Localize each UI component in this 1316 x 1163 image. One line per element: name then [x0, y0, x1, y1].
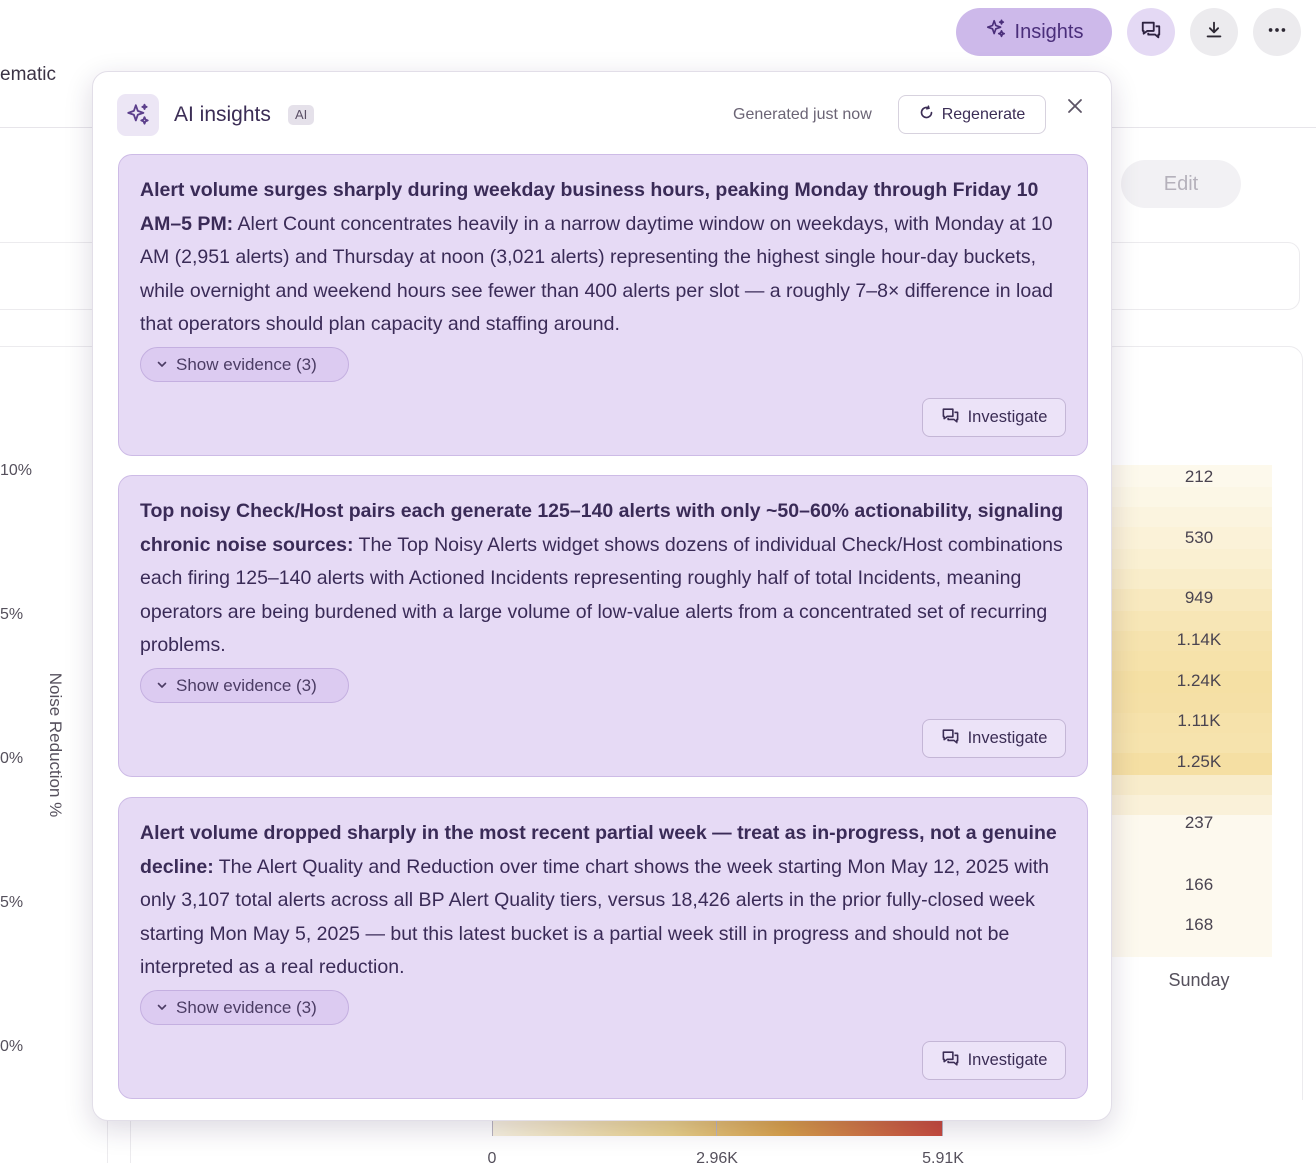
- y-tick: 10%: [0, 462, 33, 479]
- insight-card: Alert volume dropped sharply in the most…: [118, 797, 1088, 1099]
- investigate-label: Investigate: [967, 1051, 1048, 1069]
- investigate-button[interactable]: Investigate: [922, 719, 1066, 758]
- insight-text: Alert volume surges sharply during weekd…: [140, 174, 1065, 342]
- investigate-button[interactable]: Investigate: [922, 1041, 1066, 1080]
- ai-badge: AI: [288, 105, 315, 125]
- heatmap-cell: [1112, 651, 1272, 671]
- heatmap-cell: [1112, 569, 1272, 589]
- show-evidence-button[interactable]: Show evidence (3): [140, 347, 349, 382]
- legend-mid-label: 2.96K: [696, 1150, 738, 1163]
- y-tick: 5%: [0, 606, 24, 623]
- heatmap-value: 1.11K: [1177, 711, 1221, 730]
- heatmap-cell: [1112, 549, 1272, 569]
- heatmap-cell: [1112, 487, 1272, 507]
- more-button[interactable]: [1253, 8, 1301, 56]
- investigate-button[interactable]: Investigate: [922, 398, 1066, 437]
- page-title: ematic: [0, 64, 56, 85]
- sparkles-icon: [117, 94, 159, 136]
- close-icon: [1067, 98, 1083, 119]
- insights-label: Insights: [1014, 20, 1084, 43]
- y-tick: 0%: [0, 750, 24, 767]
- heatmap-cell: [1112, 611, 1272, 631]
- heatmap-cell: [1112, 507, 1272, 527]
- chevron-down-icon: [156, 355, 168, 375]
- y-tick: 5%: [0, 894, 24, 911]
- heatmap-cell: [1112, 775, 1272, 795]
- legend-min-label: 0: [487, 1150, 497, 1163]
- heatmap-value: 166: [1184, 875, 1214, 894]
- insight-text: Top noisy Check/Host pairs each generate…: [140, 495, 1065, 663]
- y-axis-title: Noise Reduction %: [46, 672, 65, 818]
- chevron-down-icon: [156, 998, 168, 1018]
- heatmap-value: 949: [1184, 588, 1214, 607]
- show-evidence-label: Show evidence (3): [176, 997, 317, 1017]
- refresh-icon: [919, 104, 934, 125]
- sparkles-icon: [985, 18, 1007, 46]
- insights-button[interactable]: Insights: [956, 8, 1112, 56]
- regenerate-button[interactable]: Regenerate: [898, 95, 1046, 134]
- legend-max-label: 5.91K: [922, 1150, 964, 1163]
- show-evidence-label: Show evidence (3): [176, 675, 317, 695]
- heatmap-day-label: Sunday: [1168, 970, 1230, 990]
- edit-button[interactable]: Edit: [1121, 160, 1241, 208]
- chat-icon: [941, 406, 960, 430]
- insight-text: Alert volume dropped sharply in the most…: [140, 817, 1065, 985]
- chat-icon: [941, 1049, 960, 1073]
- show-evidence-button[interactable]: Show evidence (3): [140, 990, 349, 1025]
- heatmap-cell: [1112, 693, 1272, 713]
- y-tick: 0%: [0, 1038, 24, 1055]
- heatmap-value: 1.25K: [1176, 752, 1222, 771]
- heatmap-legend-gradient: [492, 1120, 942, 1136]
- chat-icon: [941, 727, 960, 751]
- heatmap-value: 168: [1184, 915, 1214, 934]
- heatmap-value: 237: [1184, 813, 1214, 832]
- heatmap-cell: [1112, 733, 1272, 753]
- show-evidence-label: Show evidence (3): [176, 354, 317, 374]
- download-icon: [1203, 19, 1225, 46]
- download-button[interactable]: [1190, 8, 1238, 56]
- ai-insights-panel: AI insights AI Generated just now Regene…: [92, 71, 1112, 1121]
- more-icon: [1266, 19, 1288, 46]
- insight-card: Top noisy Check/Host pairs each generate…: [118, 475, 1088, 777]
- heatmap-cell: [1112, 795, 1272, 815]
- generated-status: Generated just now: [733, 106, 872, 123]
- investigate-label: Investigate: [967, 729, 1048, 747]
- chat-icon: [1140, 19, 1162, 46]
- heatmap-value: 212: [1184, 467, 1214, 486]
- regenerate-label: Regenerate: [941, 105, 1026, 123]
- investigate-label: Investigate: [967, 408, 1048, 426]
- insight-body: Alert Count concentrates heavily in a na…: [140, 212, 1053, 336]
- panel-title: AI insights: [174, 103, 271, 126]
- chevron-down-icon: [156, 676, 168, 696]
- show-evidence-button[interactable]: Show evidence (3): [140, 668, 349, 703]
- insight-card: Alert volume surges sharply during weekd…: [118, 154, 1088, 456]
- heatmap-value: 1.24K: [1176, 671, 1222, 690]
- close-button[interactable]: [1063, 96, 1087, 120]
- insight-body: The Alert Quality and Reduction over tim…: [140, 855, 1049, 979]
- heatmap-value: 530: [1184, 528, 1214, 547]
- heatmap-value: 1.14K: [1176, 630, 1222, 649]
- chat-button[interactable]: [1127, 8, 1175, 56]
